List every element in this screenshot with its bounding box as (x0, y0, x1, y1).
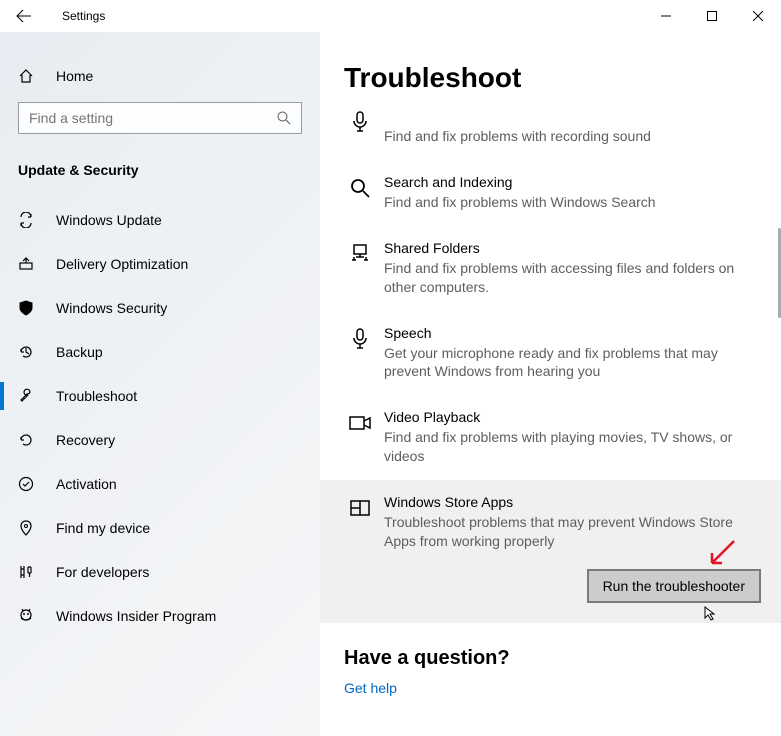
nav-label: Recovery (56, 432, 115, 448)
item-desc: Find and fix problems with recording sou… (384, 127, 761, 146)
nav-label: Find my device (56, 520, 150, 536)
troubleshoot-item-windows-store-apps[interactable]: Windows Store Apps Troubleshoot problems… (320, 480, 781, 623)
home-icon (18, 68, 38, 84)
window-controls (643, 0, 781, 32)
nav-label: Windows Security (56, 300, 167, 316)
search-field[interactable] (29, 110, 277, 126)
apps-icon (344, 494, 376, 603)
developers-icon (18, 564, 38, 580)
item-title: Shared Folders (384, 240, 761, 256)
search-input[interactable] (18, 102, 302, 134)
item-title: Search and Indexing (384, 174, 761, 190)
maximize-button[interactable] (689, 0, 735, 32)
search-icon (344, 174, 376, 212)
nav-label: Activation (56, 476, 117, 492)
cursor-icon (703, 605, 719, 621)
nav-label: Windows Update (56, 212, 162, 228)
troubleshoot-item-shared-folders[interactable]: Shared Folders Find and fix problems wit… (344, 226, 761, 311)
question-heading: Have a question? (344, 647, 781, 670)
sidebar: Home Update & Security Windows Update De… (0, 32, 320, 736)
location-icon (18, 520, 38, 536)
sidebar-item-for-developers[interactable]: For developers (0, 550, 320, 594)
insider-icon (18, 608, 38, 624)
nav-list: Windows Update Delivery Optimization Win… (0, 198, 320, 638)
item-desc: Find and fix problems with playing movie… (384, 428, 761, 466)
sidebar-item-activation[interactable]: Activation (0, 462, 320, 506)
microphone-icon (344, 325, 376, 382)
sidebar-item-windows-insider[interactable]: Windows Insider Program (0, 594, 320, 638)
close-icon (753, 11, 763, 21)
titlebar: Settings (0, 0, 781, 32)
minimize-icon (661, 11, 671, 21)
sidebar-item-troubleshoot[interactable]: Troubleshoot (0, 374, 320, 418)
annotation-arrow-icon (706, 539, 736, 569)
nav-label: For developers (56, 564, 149, 580)
close-button[interactable] (735, 0, 781, 32)
sidebar-item-recovery[interactable]: Recovery (0, 418, 320, 462)
sidebar-item-find-my-device[interactable]: Find my device (0, 506, 320, 550)
sidebar-item-backup[interactable]: Backup (0, 330, 320, 374)
get-help-link[interactable]: Get help (344, 680, 397, 696)
nav-label: Backup (56, 344, 103, 360)
nav-label: Delivery Optimization (56, 256, 188, 272)
have-question-section: Have a question? Get help (320, 623, 781, 698)
item-desc: Troubleshoot problems that may prevent W… (384, 513, 761, 551)
window-title: Settings (62, 9, 105, 23)
page-title: Troubleshoot (320, 32, 781, 108)
troubleshoot-item-speech[interactable]: Speech Get your microphone ready and fix… (344, 311, 761, 396)
item-desc: Find and fix problems with Windows Searc… (384, 193, 761, 212)
run-troubleshooter-button[interactable]: Run the troubleshooter (587, 569, 761, 603)
backup-icon (18, 344, 38, 360)
video-icon (344, 409, 376, 466)
nav-label: Troubleshoot (56, 388, 137, 404)
troubleshoot-item-recording-audio[interactable]: Recording Audio Find and fix problems wi… (344, 108, 761, 160)
home-nav[interactable]: Home (0, 58, 320, 94)
item-desc: Find and fix problems with accessing fil… (384, 259, 761, 297)
main-content: Troubleshoot Recording Audio Find and fi… (320, 32, 781, 736)
minimize-button[interactable] (643, 0, 689, 32)
shield-icon (18, 300, 38, 316)
sidebar-item-windows-update[interactable]: Windows Update (0, 198, 320, 242)
item-title: Speech (384, 325, 761, 341)
back-button[interactable] (0, 0, 48, 32)
section-header: Update & Security (0, 148, 320, 188)
home-label: Home (56, 68, 93, 84)
network-computer-icon (344, 240, 376, 297)
item-title: Video Playback (384, 409, 761, 425)
recovery-icon (18, 432, 38, 448)
arrow-left-icon (16, 8, 32, 24)
troubleshoot-item-video-playback[interactable]: Video Playback Find and fix problems wit… (344, 395, 761, 480)
wrench-icon (18, 388, 38, 404)
maximize-icon (707, 11, 717, 21)
item-title: Windows Store Apps (384, 494, 761, 510)
troubleshoot-item-search-indexing[interactable]: Search and Indexing Find and fix problem… (344, 160, 761, 226)
sidebar-item-windows-security[interactable]: Windows Security (0, 286, 320, 330)
sidebar-item-delivery-optimization[interactable]: Delivery Optimization (0, 242, 320, 286)
search-icon (277, 111, 291, 125)
make-better-section: Make Windows better Give us feedback (320, 698, 781, 736)
scroll-area[interactable]: Recording Audio Find and fix problems wi… (320, 108, 781, 736)
item-desc: Get your microphone ready and fix proble… (384, 344, 761, 382)
sync-icon (18, 212, 38, 228)
delivery-icon (18, 256, 38, 272)
check-circle-icon (18, 476, 38, 492)
microphone-icon (344, 108, 376, 146)
nav-label: Windows Insider Program (56, 608, 216, 624)
